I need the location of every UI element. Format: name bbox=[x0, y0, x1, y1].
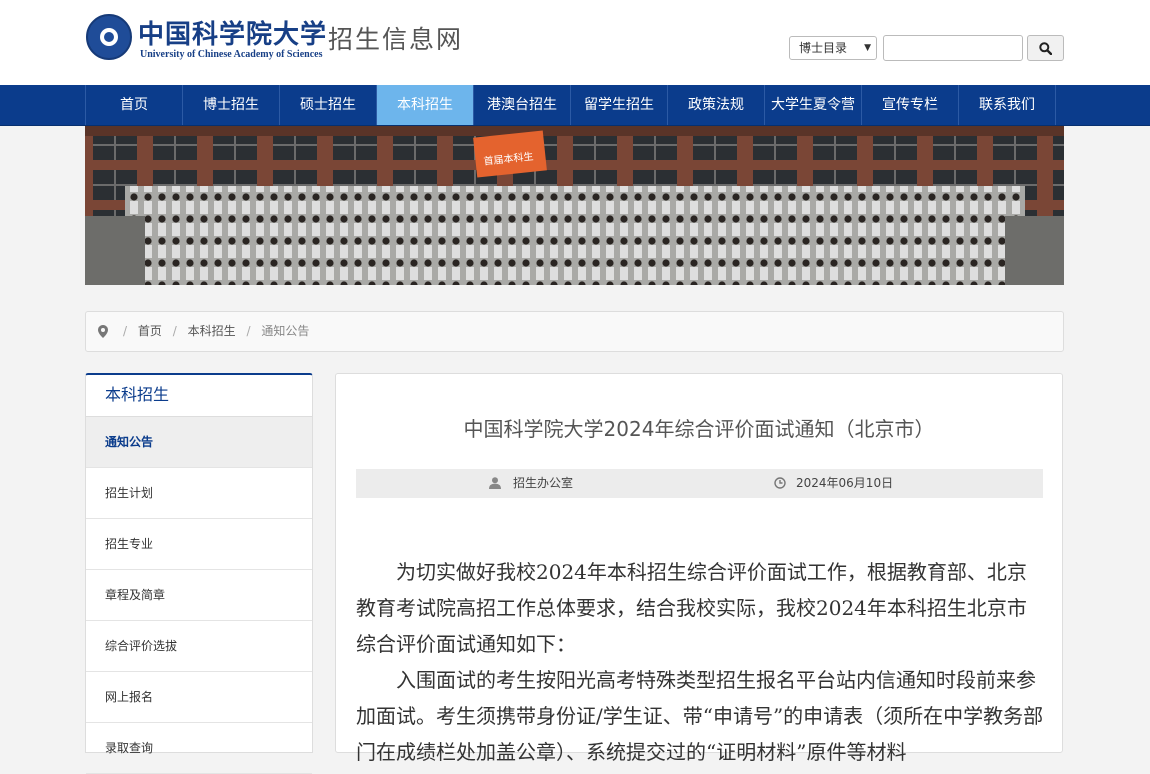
sidebar-item-plan[interactable]: 招生计划 bbox=[86, 468, 312, 519]
breadcrumb: / 首页 / 本科招生 / 通知公告 bbox=[85, 311, 1064, 352]
search-input[interactable] bbox=[883, 35, 1023, 61]
nav-item-publicity[interactable]: 宣传专栏 bbox=[862, 85, 959, 125]
nav-item-masters[interactable]: 硕士招生 bbox=[280, 85, 377, 125]
main-navigation: 首页 博士招生 硕士招生 本科招生 港澳台招生 留学生招生 政策法规 大学生夏令… bbox=[0, 85, 1150, 126]
breadcrumb-separator: / bbox=[246, 324, 251, 338]
sidebar-title: 本科招生 bbox=[86, 375, 312, 417]
sidebar-item-admission-query[interactable]: 录取查询 bbox=[86, 723, 312, 774]
university-logo[interactable]: 中国科学院大学 University of Chinese Academy of… bbox=[86, 12, 326, 64]
clock-icon bbox=[774, 477, 786, 489]
article-author: 招生办公室 bbox=[513, 476, 574, 490]
article-panel: 中国科学院大学2024年综合评价面试通知（北京市） 招生办公室 2024年06月… bbox=[335, 373, 1063, 764]
breadcrumb-undergraduate[interactable]: 本科招生 bbox=[188, 324, 236, 338]
logo-chinese-name: 中国科学院大学 bbox=[138, 20, 328, 50]
article-meta: 招生办公室 2024年06月10日 bbox=[356, 469, 1043, 498]
logo-english-name: University of Chinese Academy of Science… bbox=[140, 49, 323, 60]
nav-item-undergraduate[interactable]: 本科招生 bbox=[377, 85, 474, 125]
nav-item-hk-macao-taiwan[interactable]: 港澳台招生 bbox=[474, 85, 571, 125]
sidebar: 本科招生 通知公告 招生计划 招生专业 章程及简章 综合评价选拔 网上报名 录取… bbox=[85, 373, 313, 774]
location-pin-icon bbox=[98, 325, 108, 338]
sidebar-item-majors[interactable]: 招生专业 bbox=[86, 519, 312, 570]
nav-item-international[interactable]: 留学生招生 bbox=[571, 85, 668, 125]
sidebar-item-comprehensive-evaluation[interactable]: 综合评价选拔 bbox=[86, 621, 312, 672]
article-body: 为切实做好我校2024年本科招生综合评价面试工作，根据教育部、北京教育考试院高招… bbox=[356, 554, 1044, 770]
breadcrumb-separator: / bbox=[172, 324, 177, 338]
nav-item-policies[interactable]: 政策法规 bbox=[668, 85, 765, 125]
sidebar-item-charter[interactable]: 章程及简章 bbox=[86, 570, 312, 621]
search-category-value: 博士目录 bbox=[799, 41, 848, 55]
search-icon bbox=[1039, 42, 1052, 55]
nav-item-summer-camp[interactable]: 大学生夏令营 bbox=[765, 85, 862, 125]
search-button[interactable] bbox=[1027, 35, 1064, 61]
nav-item-home[interactable]: 首页 bbox=[86, 85, 183, 125]
dropdown-arrow-icon: ▼ bbox=[864, 43, 871, 53]
nav-item-contact[interactable]: 联系我们 bbox=[959, 85, 1056, 125]
search-category-select[interactable]: 博士目录 ▼ bbox=[789, 36, 877, 60]
breadcrumb-current: 通知公告 bbox=[261, 324, 310, 338]
user-icon bbox=[489, 477, 501, 489]
article-paragraph: 为切实做好我校2024年本科招生综合评价面试工作，根据教育部、北京教育考试院高招… bbox=[356, 560, 1027, 656]
article-paragraph: 入围面试的考生按阳光高考特殊类型招生报名平台站内信通知时段前来参加面试。考生须携… bbox=[356, 668, 1044, 764]
sidebar-item-notices[interactable]: 通知公告 bbox=[86, 417, 312, 468]
breadcrumb-separator: / bbox=[123, 324, 128, 338]
banner-group-photo: 首届本科生 bbox=[85, 126, 1064, 285]
article-date: 2024年06月10日 bbox=[796, 476, 894, 490]
sidebar-item-online-registration[interactable]: 网上报名 bbox=[86, 672, 312, 723]
university-seal-icon bbox=[86, 14, 132, 60]
breadcrumb-home[interactable]: 首页 bbox=[138, 324, 162, 338]
nav-item-doctoral[interactable]: 博士招生 bbox=[183, 85, 280, 125]
site-header: 中国科学院大学 University of Chinese Academy of… bbox=[0, 0, 1150, 85]
site-title: 招生信息网 bbox=[328, 25, 464, 54]
article-title: 中国科学院大学2024年综合评价面试通知（北京市） bbox=[463, 417, 935, 441]
